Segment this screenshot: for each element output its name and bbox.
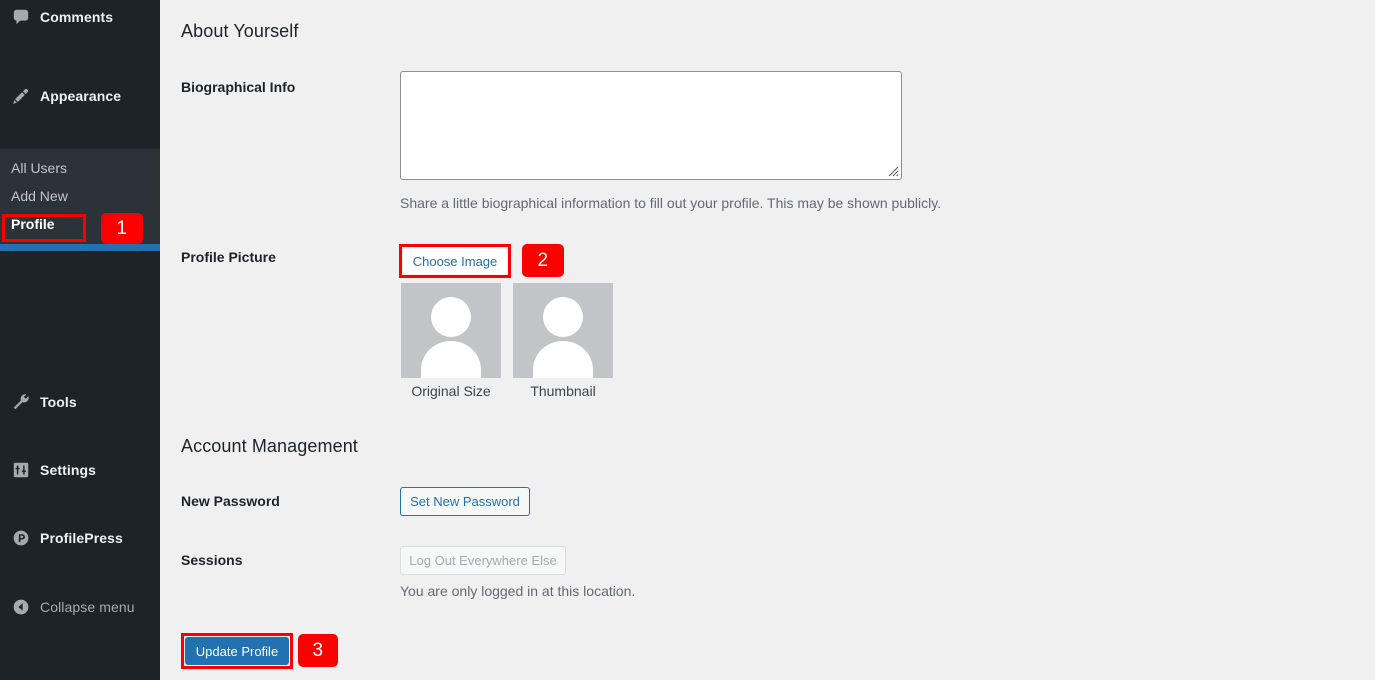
annotation-badge-3: 3 (298, 634, 338, 667)
sidebar-item-profilepress[interactable]: ProfilePress (0, 521, 160, 555)
submenu-item-label: Profile (11, 216, 55, 232)
main-content: About Yourself Biographical Info Share a… (160, 0, 1375, 680)
sidebar-item-label: Comments (40, 9, 114, 25)
annotation-badge-1: 1 (101, 213, 143, 244)
comments-icon (11, 7, 31, 27)
sidebar-item-label: ProfilePress (40, 530, 123, 546)
sidebar-item-label: Appearance (40, 88, 122, 104)
sidebar-item-label: Tools (40, 394, 77, 410)
avatar-placeholder-icon (533, 297, 593, 378)
appearance-brush-icon (11, 86, 31, 106)
profilepress-icon (11, 528, 31, 548)
sidebar-item-collapse-menu[interactable]: Collapse menu (0, 590, 160, 624)
wordpress-admin-profile-screen: Comments Appearance Plugins Users All Us… (0, 0, 1375, 680)
update-profile-button[interactable]: Update Profile (185, 637, 289, 665)
sidebar-item-add-new[interactable]: Add New (0, 182, 160, 210)
sidebar-item-tools[interactable]: Tools (0, 385, 160, 419)
label-new-password: New Password (181, 493, 280, 509)
biographical-info-textarea[interactable] (400, 71, 902, 180)
sidebar-item-comments[interactable]: Comments (0, 0, 160, 34)
settings-sliders-icon (11, 460, 31, 480)
sidebar-item-settings[interactable]: Settings (0, 453, 160, 487)
set-new-password-button[interactable]: Set New Password (400, 487, 530, 516)
label-biographical-info: Biographical Info (181, 79, 296, 95)
submenu-item-label: Add New (11, 188, 68, 204)
log-out-everywhere-else-button: Log Out Everywhere Else (400, 546, 566, 575)
sidebar-item-label: Settings (40, 462, 97, 478)
avatar-placeholder-icon (421, 297, 481, 378)
label-sessions: Sessions (181, 552, 243, 568)
annotation-badge-2: 2 (522, 244, 564, 277)
sidebar-item-appearance[interactable]: Appearance (0, 79, 160, 113)
label-profile-picture: Profile Picture (181, 249, 276, 265)
section-title-account-management: Account Management (181, 436, 358, 456)
submenu-item-label: All Users (11, 160, 68, 176)
avatar-thumbnail (513, 283, 613, 378)
page-title-about-yourself: About Yourself (181, 21, 299, 41)
avatar-original-caption: Original Size (411, 383, 491, 399)
sidebar-item-label: Collapse menu (40, 599, 135, 615)
avatar-thumbnail-caption: Thumbnail (530, 383, 596, 399)
biographical-info-help-text: Share a little biographical information … (400, 195, 942, 211)
sessions-help-text: You are only logged in at this location. (400, 583, 636, 599)
choose-image-button[interactable]: Choose Image (403, 248, 507, 274)
avatar-original-size (401, 283, 501, 378)
collapse-arrow-icon (11, 597, 31, 617)
admin-sidebar: Comments Appearance Plugins Users All Us… (0, 0, 160, 680)
sidebar-item-all-users[interactable]: All Users (0, 154, 160, 182)
tools-wrench-icon (11, 392, 31, 412)
